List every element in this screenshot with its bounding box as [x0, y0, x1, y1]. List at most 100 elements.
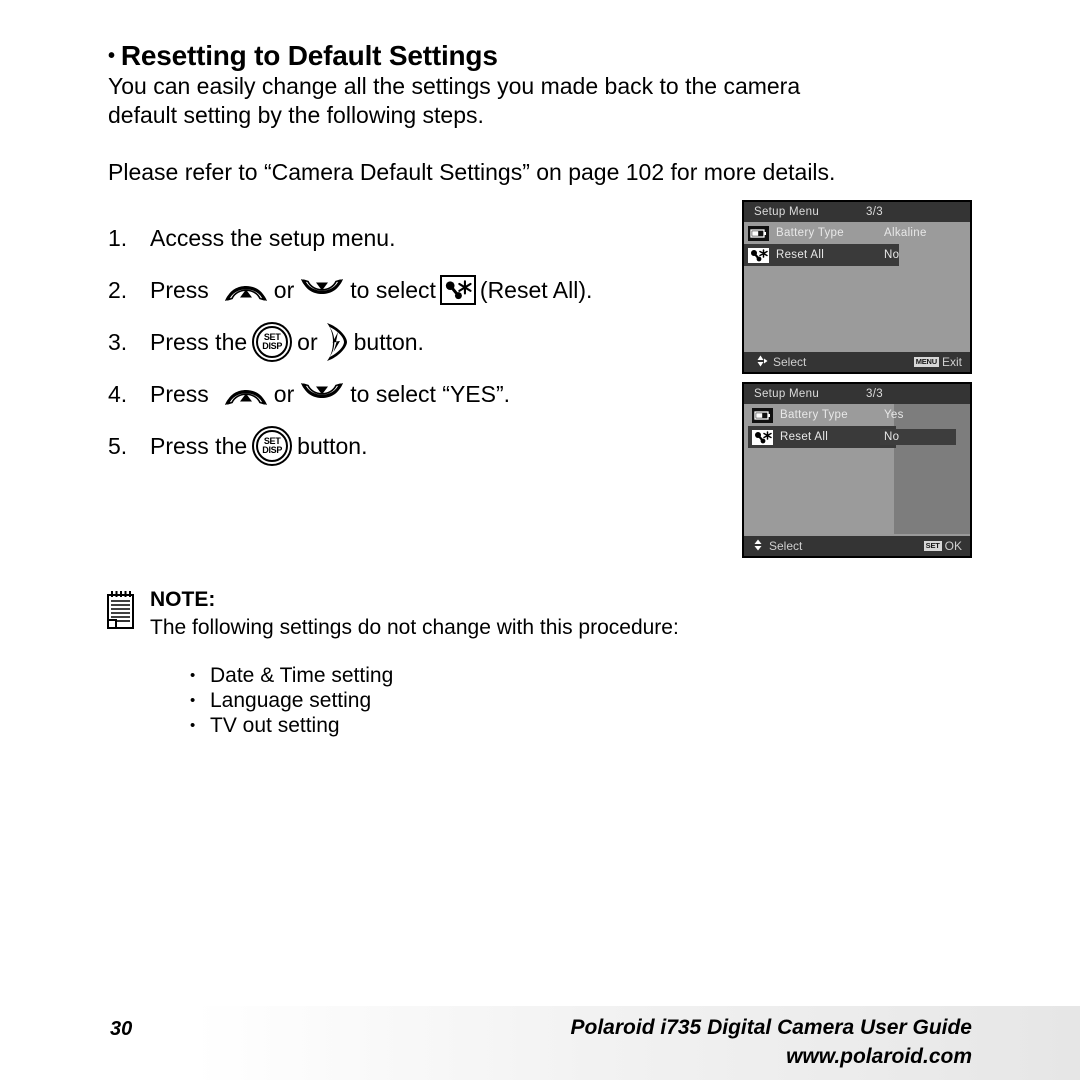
lcd1-row-reset-label: Reset All	[776, 249, 825, 261]
guide-title: Polaroid i735 Digital Camera User Guide	[570, 1016, 972, 1039]
lcd-screenshot-setup-menu-1: Setup Menu 3/3 Battery Type Alkaline Res…	[742, 200, 972, 374]
page-footer: 30 Polaroid i735 Digital Camera User Gui…	[0, 1006, 1080, 1080]
step-3-text-post: button.	[353, 328, 424, 355]
lcd2-row-reset-all[interactable]: Reset All No	[744, 426, 970, 448]
lcd2-row-yes-value[interactable]: Yes	[884, 409, 904, 421]
disp-label: DISP	[262, 341, 283, 351]
note-item: • TV out setting	[190, 713, 393, 738]
step-5: 5. Press the SET DISP button.	[108, 420, 728, 472]
flash-button-icon	[323, 321, 349, 363]
lcd2-select-label: Select	[769, 539, 803, 553]
down-arrow-button-icon	[299, 277, 345, 303]
lcd2-row-battery-type[interactable]: Battery Type Yes	[744, 404, 970, 426]
updown-arrows-icon	[752, 354, 768, 371]
lcd1-row-reset-all[interactable]: Reset All No	[744, 244, 970, 266]
battery-icon	[752, 407, 773, 423]
page-title: • Resetting to Default Settings	[108, 40, 498, 72]
step-3-text-mid: or	[297, 328, 318, 355]
step-2-text-post: to select	[350, 276, 436, 303]
set-disp-button-icon: SET DISP	[252, 322, 293, 362]
lcd1-title-bar: Setup Menu 3/3	[744, 202, 970, 222]
step-3-number: 3.	[108, 328, 128, 355]
menu-key-icon: MENU	[913, 357, 939, 367]
page-number: 30	[110, 1018, 133, 1040]
set-disp-button-icon: SET DISP	[252, 426, 293, 466]
lcd1-row-battery-type[interactable]: Battery Type Alkaline	[744, 222, 970, 244]
step-1: 1. Access the setup menu.	[108, 212, 728, 264]
lcd1-exit-label: Exit	[941, 355, 962, 369]
up-arrow-button-icon	[223, 277, 269, 303]
step-4-text-pre: Press	[150, 380, 209, 407]
note-bullet-icon: •	[190, 692, 196, 709]
step-3: 3. Press the SET DISP or button.	[108, 316, 728, 368]
step-4-text-mid: or	[273, 380, 295, 407]
note-item-label: Language setting	[210, 689, 372, 712]
reset-all-icon	[439, 275, 476, 305]
step-4-text-post: to select “YES”.	[350, 380, 511, 407]
lcd2-page-indicator: 3/3	[866, 388, 883, 400]
intro-line-2: default setting by the following steps.	[108, 102, 484, 128]
steps-list: 1. Access the setup menu. 2. Press or to…	[108, 212, 728, 472]
step-2-number: 2.	[108, 276, 128, 303]
battery-icon	[748, 225, 769, 241]
set-disp-label: SET DISP	[252, 426, 292, 466]
lcd-screenshot-setup-menu-2: Setup Menu 3/3 Battery Type Yes Reset Al…	[742, 382, 972, 558]
step-5-text-pre: Press the	[150, 432, 248, 459]
step-2-text-mid: or	[273, 276, 295, 303]
intro-paragraph: You can easily change all the settings y…	[108, 72, 972, 130]
down-arrow-button-icon	[299, 381, 345, 407]
step-1-number: 1.	[108, 224, 128, 251]
note-bullet-icon: •	[190, 667, 196, 684]
set-disp-label: SET DISP	[252, 322, 292, 362]
lcd2-body: Battery Type Yes Reset All No	[744, 404, 970, 534]
lcd2-footer-left: Select	[752, 538, 802, 555]
lcd2-title-bar: Setup Menu 3/3	[744, 384, 970, 404]
heading-bullet-icon: •	[108, 45, 115, 67]
step-1-text: Access the setup menu.	[150, 224, 396, 251]
lcd1-footer-right: MENU Exit	[913, 355, 962, 369]
reference-note: Please refer to “Camera Default Settings…	[108, 159, 836, 185]
note-item-label: Date & Time setting	[210, 664, 394, 687]
step-5-text-post: button.	[297, 432, 368, 459]
note-item: • Date & Time setting	[190, 663, 393, 688]
lcd1-row-battery-value: Alkaline	[884, 227, 927, 239]
note-item-label: TV out setting	[210, 714, 340, 737]
lcd2-row-reset-label: Reset All	[780, 431, 829, 443]
lcd2-row-battery-label: Battery Type	[780, 409, 848, 421]
up-arrow-button-icon	[223, 381, 269, 407]
lcd1-row-battery-label: Battery Type	[776, 227, 844, 239]
reset-all-icon	[748, 247, 769, 263]
set-key-icon: SET	[923, 541, 942, 551]
reset-all-icon	[752, 429, 773, 445]
lcd1-select-label: Select	[773, 355, 807, 369]
lcd1-footer-left: Select	[752, 354, 806, 371]
intro-line-1: You can easily change all the settings y…	[108, 73, 801, 99]
lcd2-row-no-value[interactable]: No	[880, 429, 956, 445]
step-2: 2. Press or to select (Reset All).	[108, 264, 728, 316]
step-5-number: 5.	[108, 432, 128, 459]
note-item: • Language setting	[190, 688, 393, 713]
step-4: 4. Press or to select “YES”.	[108, 368, 728, 420]
lcd1-title: Setup Menu	[754, 206, 820, 218]
step-4-number: 4.	[108, 380, 128, 407]
manual-page: • Resetting to Default Settings You can e…	[0, 0, 1080, 1080]
updown-arrows-icon	[752, 538, 764, 555]
step-2-text-pre: Press	[150, 276, 209, 303]
lcd1-body: Battery Type Alkaline Reset All No	[744, 222, 970, 352]
lcd1-footer-bar: Select MENU Exit	[744, 352, 970, 372]
note-items-list: • Date & Time setting • Language setting •…	[150, 663, 393, 738]
step-3-text-pre: Press the	[150, 328, 248, 355]
footer-url: www.polaroid.com	[786, 1045, 972, 1068]
note-text: The following settings do not change wit…	[150, 616, 679, 639]
lcd2-footer-bar: Select SET OK	[744, 536, 970, 556]
lcd2-footer-right: SET OK	[923, 539, 962, 553]
notepad-icon	[105, 590, 137, 630]
heading-text: Resetting to Default Settings	[120, 40, 498, 71]
lcd2-title: Setup Menu	[754, 388, 820, 400]
lcd1-page-indicator: 3/3	[866, 206, 883, 218]
disp-label: DISP	[262, 445, 283, 455]
note-bullet-icon: •	[190, 717, 196, 734]
lcd1-row-reset-value: No	[884, 249, 900, 261]
note-title: NOTE:	[150, 588, 216, 611]
lcd2-ok-label: OK	[944, 539, 962, 553]
